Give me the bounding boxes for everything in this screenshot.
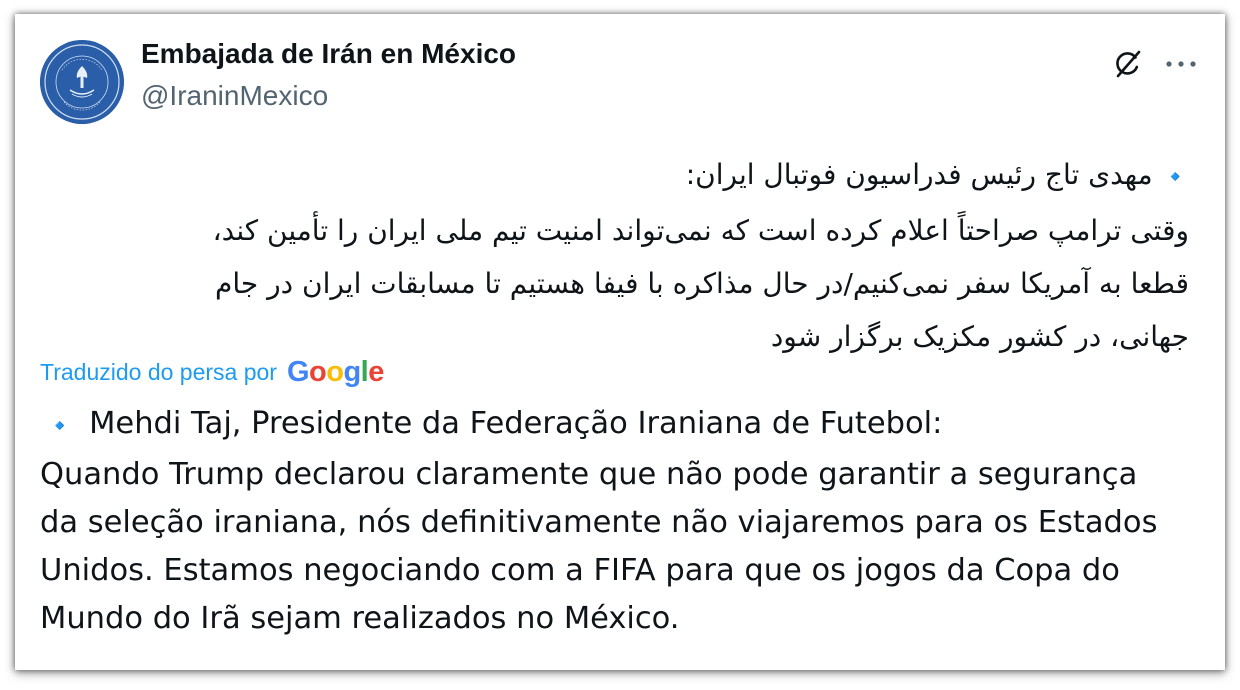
google-logo-letter: o <box>326 356 344 388</box>
more-options-icon <box>1166 61 1196 67</box>
translation-label[interactable]: Traduzido do persa por <box>40 359 277 386</box>
blue-diamond-icon: 🔹 <box>1161 165 1189 190</box>
original-line-1: 🔹 مهدی تاج رئیس فدراسیون فوتبال ایران: <box>39 148 1189 204</box>
tweet-card: Embajada de Irán en México @IraninMexico… <box>15 14 1225 670</box>
seal-icon <box>40 40 124 124</box>
translated-line-4: Unidos. Estamos negociando com a FIFA pa… <box>40 553 1120 588</box>
original-line-1-text: مهدی تاج رئیس فدراسیون فوتبال ایران: <box>685 158 1153 191</box>
original-line-3: قطعا به آمریکا سفر نمی‌کنیم/در حال مذاکر… <box>215 267 1189 300</box>
translated-line-1: 🔹 Mehdi Taj, Presidente da Federação Ira… <box>40 400 1205 451</box>
grok-icon <box>1116 50 1141 78</box>
tweet-translated-text: 🔹 Mehdi Taj, Presidente da Federação Ira… <box>40 400 1205 643</box>
tweet-original-text: 🔹 مهدی تاج رئیس فدراسیون فوتبال ایران: و… <box>39 148 1189 363</box>
more-options-button[interactable] <box>1157 44 1205 84</box>
translated-line-2: Quando Trump declarou claramente que não… <box>40 457 1138 492</box>
translation-attribution[interactable]: Traduzido do persa por Google <box>40 356 384 389</box>
translated-line-5: Mundo do Irã sejam realizados no México. <box>40 601 680 636</box>
original-line-2: وقتی ترامپ صراحتاً اعلام کرده است که نمی… <box>212 214 1189 247</box>
google-logo-letter: o <box>309 356 327 388</box>
grok-button[interactable] <box>1108 44 1148 84</box>
author-display-name[interactable]: Embajada de Irán en México <box>141 38 516 70</box>
google-logo: Google <box>287 356 384 389</box>
google-logo-letter: e <box>368 356 384 388</box>
translated-line-1-text: Mehdi Taj, Presidente da Federação Irani… <box>89 406 943 441</box>
blue-diamond-icon: 🔹 <box>46 414 74 439</box>
google-logo-letter: G <box>286 356 310 388</box>
translated-line-3: da seleção iraniana, nós definitivamente… <box>40 505 1158 540</box>
author-handle[interactable]: @IraninMexico <box>141 80 328 112</box>
google-logo-letter: g <box>343 356 361 388</box>
embassy-seal-avatar[interactable] <box>40 40 124 124</box>
